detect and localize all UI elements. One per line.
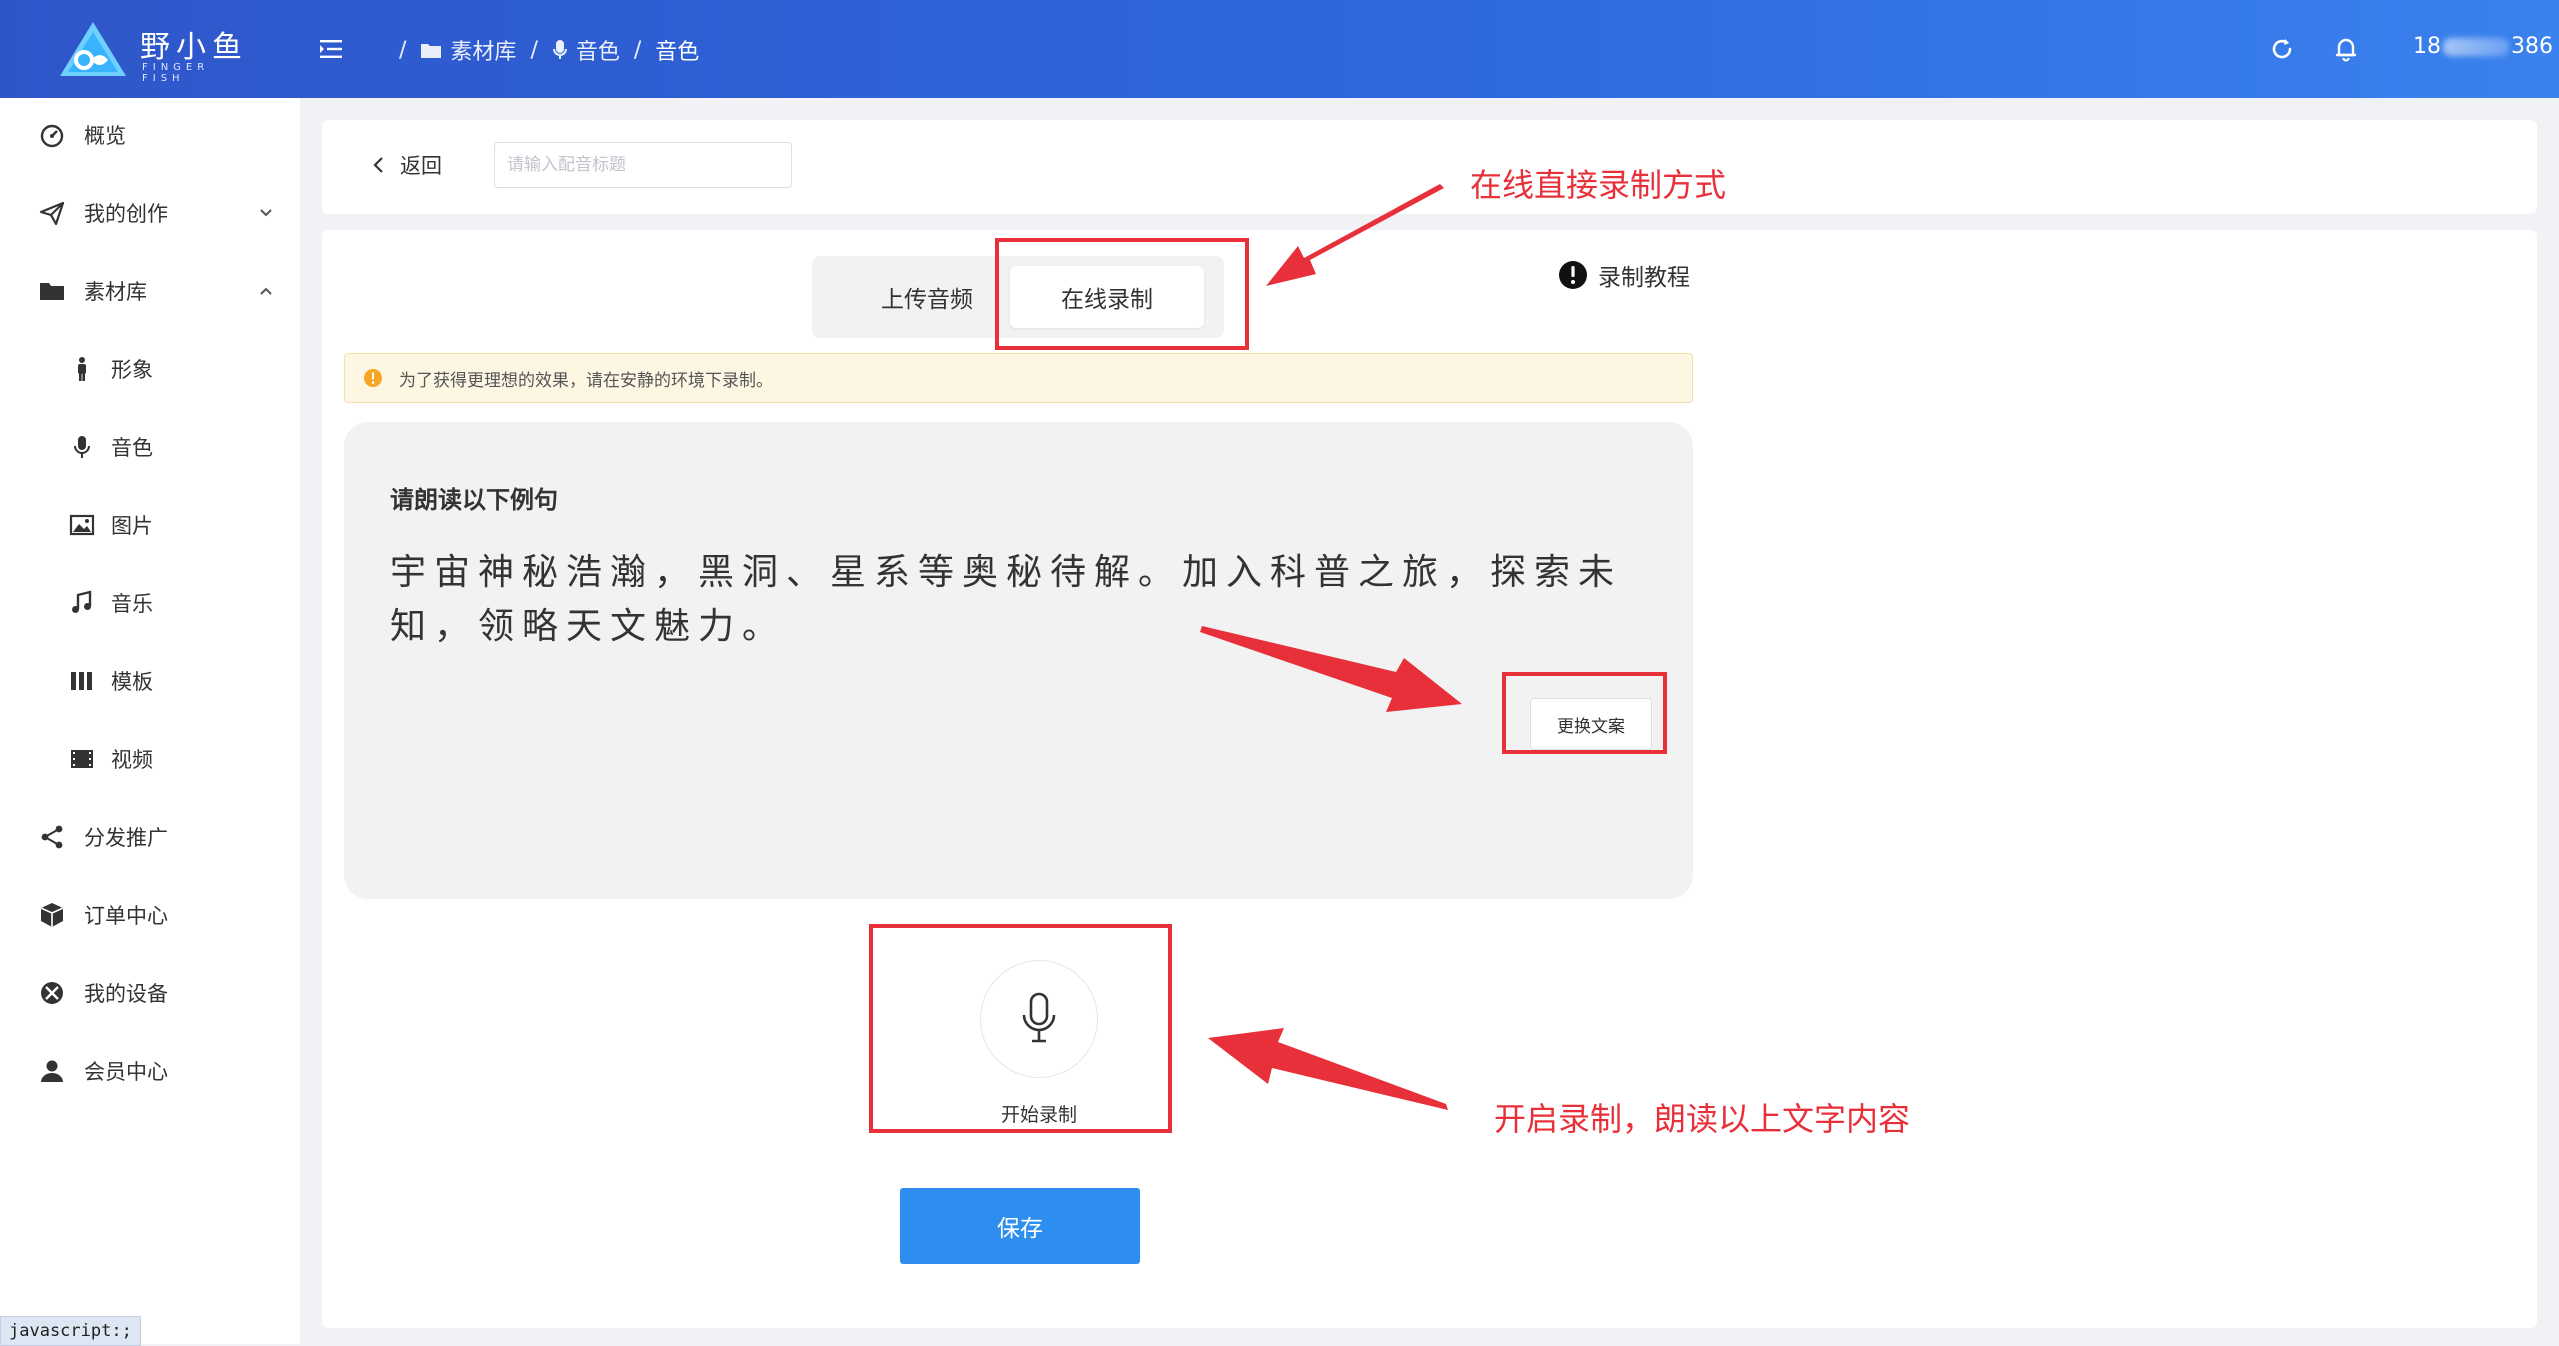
share-icon <box>41 825 63 849</box>
record-mic-button[interactable] <box>980 960 1098 1078</box>
dashboard-icon <box>40 124 64 148</box>
user-account[interactable]: 18 386 <box>2413 34 2553 59</box>
start-record-control[interactable]: 开始录制 <box>942 944 1142 1144</box>
user-icon <box>41 1060 63 1082</box>
mic-icon <box>74 436 90 458</box>
box-icon <box>40 903 64 927</box>
refresh-icon[interactable] <box>2267 34 2297 64</box>
sidebar-item-overview[interactable]: 概览 <box>0 104 300 166</box>
sidebar: 概览 我的创作 素材库 形象 音色 图片 音乐 模板 视频 分发推广 订单中心 <box>0 98 300 1344</box>
sidebar-item-distribution[interactable]: 分发推广 <box>0 806 300 868</box>
chevron-left-icon <box>373 157 383 173</box>
sidebar-item-devices[interactable]: 我的设备 <box>0 962 300 1024</box>
breadcrumb-voice[interactable]: 音色 <box>552 34 620 66</box>
top-header: 野小鱼 FINGER FISH / 素材库 / 音色 / 音色 18 386 <box>0 0 2559 98</box>
brand-sub: FINGER FISH <box>142 62 210 84</box>
breadcrumb-library[interactable]: 素材库 <box>420 34 516 66</box>
menu-toggle-icon[interactable] <box>318 36 344 62</box>
folder-icon <box>421 44 442 58</box>
mic-icon <box>552 40 567 59</box>
sidebar-item-image[interactable]: 图片 <box>0 494 300 556</box>
exclamation-circle-icon <box>1559 261 1587 289</box>
status-bar-link: javascript:; <box>0 1316 141 1346</box>
breadcrumb-current: 音色 <box>655 40 700 65</box>
fish-logo-icon <box>60 22 126 76</box>
device-icon <box>41 982 63 1004</box>
sidebar-item-my-creation[interactable]: 我的创作 <box>0 182 300 244</box>
warning-icon <box>364 369 382 387</box>
mode-tabs: 上传音频 在线录制 <box>812 256 1224 338</box>
reading-script-box: 请朗读以下例句 宇宙神秘浩瀚，黑洞、星系等奥秘待解。加入科普之旅，探索未知，领略… <box>344 422 1693 899</box>
annotation-start-record: 开启录制，朗读以上文字内容 <box>1494 1100 1911 1138</box>
tab-online-record[interactable]: 在线录制 <box>1010 266 1204 328</box>
sidebar-item-template[interactable]: 模板 <box>0 650 300 712</box>
tab-upload-audio[interactable]: 上传音频 <box>848 266 1006 328</box>
music-icon <box>72 590 92 613</box>
microphone-icon <box>1022 992 1056 1043</box>
title-bar: 返回 <box>322 120 2537 214</box>
reading-text: 宇宙神秘浩瀚，黑洞、星系等奥秘待解。加入科普之旅，探索未知，领略天文魅力。 <box>390 552 1623 647</box>
brand-name: 野小鱼 <box>140 30 248 65</box>
back-button[interactable]: 返回 <box>370 150 442 180</box>
start-record-label: 开始录制 <box>1000 1104 1077 1126</box>
annotation-online-mode: 在线直接录制方式 <box>1470 166 1727 204</box>
template-icon <box>71 672 92 690</box>
sidebar-item-voice[interactable]: 音色 <box>0 416 300 478</box>
send-icon <box>39 201 65 226</box>
dub-title-input[interactable] <box>494 142 792 188</box>
sidebar-item-video[interactable]: 视频 <box>0 728 300 790</box>
record-tutorial-link[interactable]: 录制教程 <box>1558 258 1690 292</box>
breadcrumb: / 素材库 / 音色 / 音色 <box>385 34 699 66</box>
masked-phone <box>2443 38 2509 56</box>
folder-icon <box>40 283 64 300</box>
person-icon <box>78 357 86 381</box>
image-icon <box>69 514 95 536</box>
video-icon <box>71 750 93 768</box>
reading-title: 请朗读以下例句 <box>390 486 558 514</box>
chevron-up-icon <box>260 287 272 295</box>
logo[interactable]: 野小鱼 FINGER FISH <box>58 20 258 84</box>
chevron-down-icon <box>260 209 272 217</box>
main-panel: 上传音频 在线录制 录制教程 为了获得更理想的效果，请在安静的环境下录制。 请朗… <box>322 230 2537 1328</box>
sidebar-item-avatar[interactable]: 形象 <box>0 338 300 400</box>
sidebar-item-orders[interactable]: 订单中心 <box>0 884 300 946</box>
sidebar-item-membership[interactable]: 会员中心 <box>0 1040 300 1102</box>
sidebar-item-music[interactable]: 音乐 <box>0 572 300 634</box>
save-button[interactable]: 保存 <box>900 1188 1140 1264</box>
bell-icon[interactable] <box>2331 34 2361 64</box>
change-script-button[interactable]: 更换文案 <box>1530 698 1652 750</box>
quiet-environment-notice: 为了获得更理想的效果，请在安静的环境下录制。 <box>344 353 1693 403</box>
sidebar-item-library[interactable]: 素材库 <box>0 260 300 322</box>
